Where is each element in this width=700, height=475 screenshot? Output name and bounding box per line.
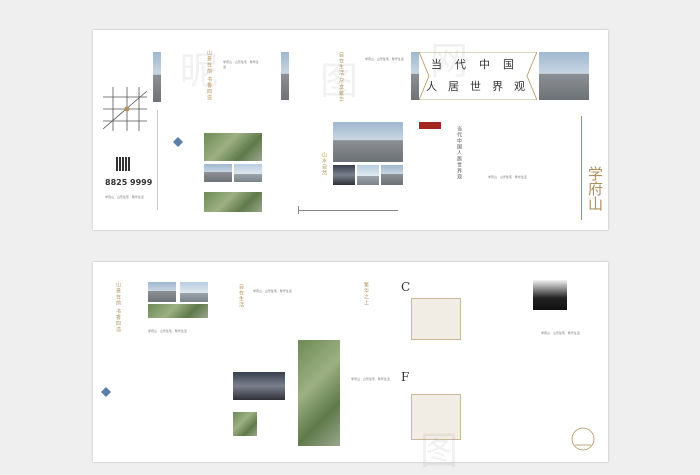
qr-code <box>116 157 130 171</box>
logo-badge <box>419 122 441 129</box>
portrait-photo <box>533 280 567 310</box>
park-photo <box>204 192 262 212</box>
floor-plan-c <box>411 298 461 340</box>
garden-photo <box>233 412 257 436</box>
tower-photo-left <box>153 52 161 102</box>
phone-number: 8825 9999 <box>105 178 153 187</box>
text-block-bottom-1: 学府山 · 山景住宅 · 繁华生活 <box>148 329 187 333</box>
vertical-title-bottom-mid: 自在生活 <box>238 284 244 308</box>
tower-photo-header-right <box>539 52 589 100</box>
tower-photo-header-left <box>411 52 419 100</box>
brand-title: 学府山 <box>586 166 604 211</box>
location-map <box>101 85 149 133</box>
watermark-char-1: 昵 <box>180 49 219 93</box>
slogan-center: 山水自然 <box>321 152 327 176</box>
text-block-bottom-2: 学府山 · 山景住宅 · 繁华生活 <box>253 289 292 293</box>
arch-photo <box>148 282 176 302</box>
tower-photo-small-1 <box>333 165 355 185</box>
tower-photo-small-2 <box>357 165 379 185</box>
header-char-9: 观 <box>514 80 525 93</box>
tower-photo-center <box>281 52 289 100</box>
street-photo-2 <box>234 164 262 182</box>
header-char-4: 国 <box>503 58 514 71</box>
header-char-8: 界 <box>492 80 503 93</box>
vertical-title-bottom-right: 繁华之上 <box>363 282 369 306</box>
plan-c-letter: C <box>401 280 411 294</box>
contact-text: 学府山 · 山景住宅 · 繁华生活 <box>105 195 144 199</box>
header-char-7: 世 <box>470 80 481 93</box>
watermark-char-2: 图 <box>320 59 359 103</box>
vertical-title-right: 当代中国人居世界观 <box>456 126 462 180</box>
vertical-title-bottom-left: 山景在前 书香四溢 <box>115 282 121 333</box>
circle-emblem <box>571 427 595 451</box>
aerial-photo-1 <box>204 133 262 161</box>
pool-photo <box>233 372 285 400</box>
campus-photo <box>180 282 208 302</box>
header-char-3: 中 <box>479 58 490 71</box>
text-column-panel4: 学府山 · 山景住宅 · 繁华生活 <box>488 175 527 179</box>
text-block-bottom-3: 学府山 · 山景住宅 · 繁华生活 <box>351 377 390 381</box>
watermark-char-3: 网 <box>430 39 469 83</box>
crystal-ornament-bottom <box>101 382 111 397</box>
street-photo-1 <box>204 164 232 182</box>
tower-photo-main <box>333 122 403 162</box>
text-block-bottom-4: 学府山 · 山景住宅 · 繁华生活 <box>541 331 580 335</box>
watermark-char-4: 图 <box>420 429 459 473</box>
river-photo <box>148 304 208 318</box>
crystal-ornament <box>173 132 183 147</box>
site-plan <box>298 340 340 446</box>
text-column-panel2: 学府山 · 山景住宅 · 繁华生活 <box>223 60 259 69</box>
tower-photo-small-3 <box>381 165 403 185</box>
text-column-panel3: 学府山 · 山景住宅 · 繁华生活 <box>365 57 404 61</box>
brochure-inner-sheet: 山景在前 书香四溢 学府山 · 山景住宅 · 繁华生活 自在生活 学府山 · 山… <box>93 262 608 462</box>
plan-f-letter: F <box>401 370 410 384</box>
